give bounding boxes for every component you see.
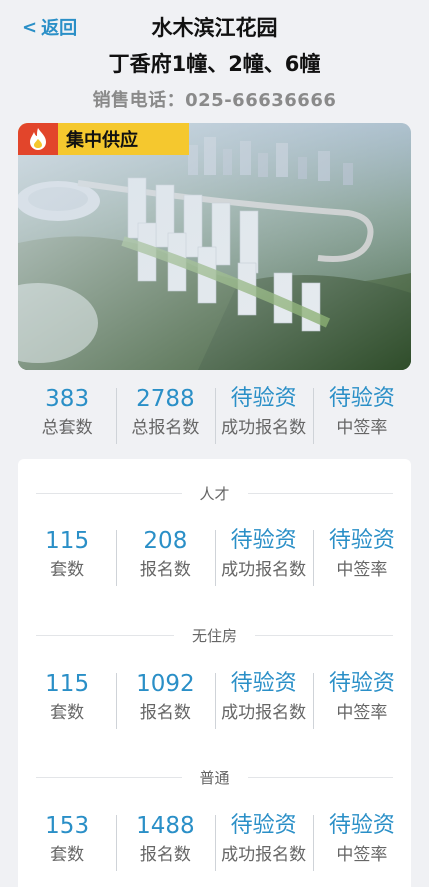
stat-units: 115 套数 <box>18 524 116 592</box>
project-aerial-image <box>18 123 411 370</box>
badge-label: 集中供应 <box>66 130 138 151</box>
stat-success-applicants: 待验资 成功报名数 <box>214 667 313 735</box>
summary-stats: 383 总套数 2788 总报名数 待验资 成功报名数 待验资 中签率 <box>18 382 411 450</box>
stat-success-applicants: 待验资 成功报名数 <box>214 524 313 592</box>
stat-label: 总报名数 <box>131 418 200 438</box>
stat-win-rate: 待验资 中签率 <box>312 809 411 877</box>
stat-label: 中签率 <box>336 418 388 438</box>
stat-value: 待验资 <box>230 386 297 411</box>
stat-applicants: 1488 报名数 <box>116 809 214 877</box>
section-title-no-housing: 无住房 <box>18 625 411 645</box>
stat-total-units: 383 总套数 <box>18 382 116 450</box>
header: < 返回 水木滨江花园 丁香府1幢、2幢、6幢 销售电话：025-6663666… <box>0 0 429 118</box>
section-title-ordinary: 普通 <box>18 767 411 787</box>
stat-value: 待验资 <box>230 671 297 696</box>
building-subtitle: 丁香府1幢、2幢、6幢 <box>108 52 321 76</box>
stat-label: 中签率 <box>336 845 388 865</box>
sales-phone[interactable]: 销售电话：025-66636666 <box>0 86 429 112</box>
stat-win-rate: 待验资 中签率 <box>312 524 411 592</box>
section-title-talent: 人才 <box>18 483 411 503</box>
project-title: 水木滨江花园 <box>151 16 278 40</box>
stat-total-applicants: 2788 总报名数 <box>116 382 214 450</box>
section-name: 人才 <box>199 484 230 503</box>
stat-value: 待验资 <box>328 813 395 838</box>
divider <box>36 634 174 636</box>
section-stats-talent: 115 套数 208 报名数 待验资 成功报名数 待验资 中签率 <box>18 524 411 592</box>
stat-value: 1488 <box>136 813 195 839</box>
stat-value: 208 <box>143 528 188 554</box>
stat-label: 成功报名数 <box>221 560 307 580</box>
stat-value: 383 <box>45 386 90 412</box>
supply-badge: 集中供应 <box>18 123 189 155</box>
stat-value: 待验资 <box>328 386 395 411</box>
divider <box>36 492 182 494</box>
stat-win-rate: 待验资 中签率 <box>312 667 411 735</box>
section-stats-ordinary: 153 套数 1488 报名数 待验资 成功报名数 待验资 中签率 <box>18 809 411 877</box>
stat-label: 报名数 <box>139 845 191 865</box>
stat-value: 2788 <box>136 386 195 412</box>
stat-label: 报名数 <box>139 560 191 580</box>
fire-icon <box>18 123 58 155</box>
divider <box>255 634 394 636</box>
stat-label: 中签率 <box>336 560 388 580</box>
stat-label: 成功报名数 <box>221 703 307 723</box>
stat-label: 套数 <box>50 560 85 580</box>
stat-label: 成功报名数 <box>221 418 307 438</box>
stat-applicants: 208 报名数 <box>116 524 214 592</box>
stat-value: 1092 <box>136 671 195 697</box>
section-name: 无住房 <box>192 626 238 645</box>
stat-label: 中签率 <box>336 703 388 723</box>
stat-value: 待验资 <box>230 528 297 553</box>
stat-value: 待验资 <box>328 671 395 696</box>
stat-label: 报名数 <box>139 703 191 723</box>
stat-units: 115 套数 <box>18 667 116 735</box>
stat-label: 总套数 <box>41 418 93 438</box>
stat-value: 待验资 <box>328 528 395 553</box>
stat-label: 套数 <box>50 703 85 723</box>
divider <box>36 776 182 778</box>
stat-label: 成功报名数 <box>221 845 307 865</box>
stat-label: 套数 <box>50 845 85 865</box>
section-stats-no-housing: 115 套数 1092 报名数 待验资 成功报名数 待验资 中签率 <box>18 667 411 735</box>
stat-applicants: 1092 报名数 <box>116 667 214 735</box>
stat-units: 153 套数 <box>18 809 116 877</box>
stat-value: 115 <box>45 671 90 697</box>
divider <box>247 776 394 778</box>
divider <box>247 492 394 494</box>
section-name: 普通 <box>199 768 230 787</box>
stat-win-rate: 待验资 中签率 <box>312 382 411 450</box>
stat-success-applicants: 待验资 成功报名数 <box>214 382 313 450</box>
stat-success-applicants: 待验资 成功报名数 <box>214 809 313 877</box>
stat-value: 115 <box>45 528 90 554</box>
stat-value: 153 <box>45 813 90 839</box>
stat-value: 待验资 <box>230 813 297 838</box>
